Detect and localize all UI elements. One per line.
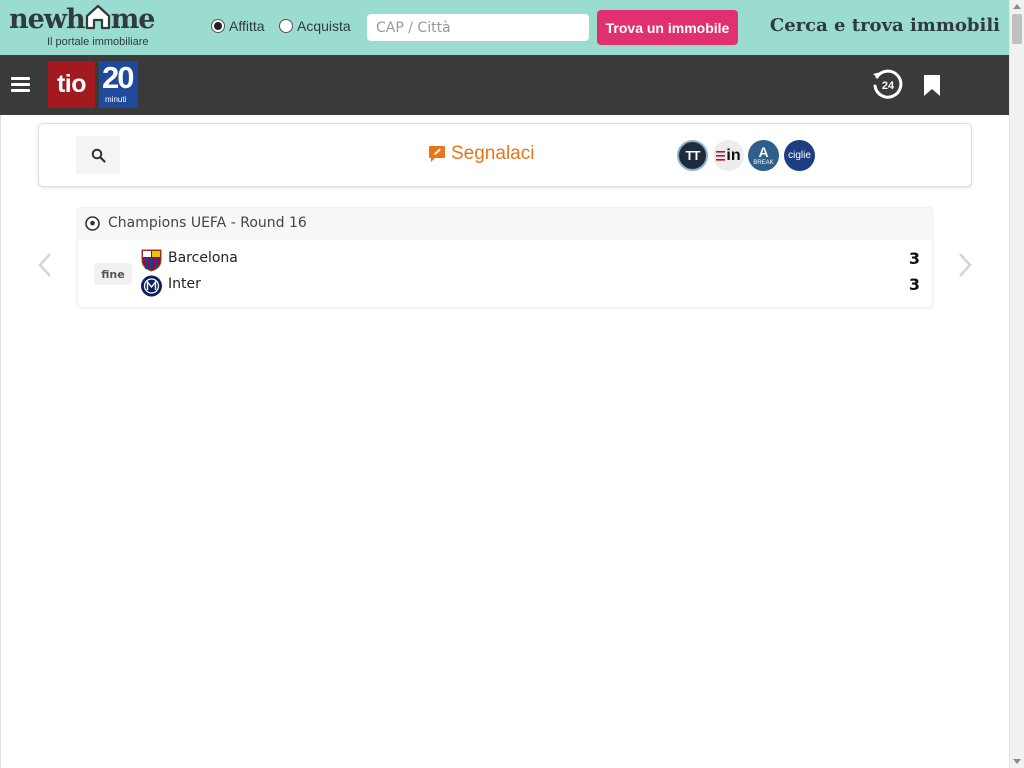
away-team-name: Inter xyxy=(168,276,201,292)
carousel-prev-arrow-icon[interactable] xyxy=(36,252,54,278)
newhome-wordmark: newh me xyxy=(9,4,155,35)
carousel-next-arrow-icon[interactable] xyxy=(956,252,974,278)
scroll-up-arrow-icon[interactable] xyxy=(1013,4,1021,9)
speech-pencil-icon xyxy=(429,146,445,162)
away-team-score: 3 xyxy=(908,275,920,294)
partner-break-logo[interactable]: A BREAK xyxy=(748,140,779,171)
newhome-tagline: Il portale immobiliare xyxy=(47,36,149,48)
radio-acquista-dot[interactable] xyxy=(279,19,293,33)
page-scrollbar[interactable] xyxy=(1009,0,1024,768)
left-divider xyxy=(0,115,1,768)
match-card[interactable]: Champions UEFA - Round 16 fine Barcelona… xyxy=(77,207,933,308)
radio-acquista-label: Acquista xyxy=(297,18,351,34)
newhome-logo[interactable]: newh me Il portale immobiliare xyxy=(9,4,169,50)
latest-24-icon[interactable]: 24 xyxy=(871,68,904,101)
competition-label: Champions UEFA - Round 16 xyxy=(108,215,307,231)
radio-acquista[interactable]: Acquista xyxy=(279,18,351,34)
inter-crest-icon xyxy=(141,275,162,297)
partner-ciglie-logo[interactable]: ciglie xyxy=(784,140,815,171)
find-property-button[interactable]: Trova un immobile xyxy=(597,10,738,45)
report-label: Segnalaci xyxy=(451,143,535,164)
partner-tt-logo[interactable]: TT xyxy=(677,140,708,171)
hamburger-menu-icon[interactable] xyxy=(11,75,30,94)
radio-affitta[interactable]: Affitta xyxy=(211,18,265,34)
newhome-banner: newh me Il portale immobiliare Affitta Ac… xyxy=(0,0,1009,55)
team-row-home: Barcelona 3 xyxy=(140,248,920,272)
latest-24-text: 24 xyxy=(882,80,895,92)
tio-20-number: 20 xyxy=(102,60,135,95)
partner-in-logo[interactable]: in xyxy=(713,140,744,171)
promo-slogan: Cerca e trova immobili xyxy=(769,15,1000,36)
radio-affitta-label: Affitta xyxy=(229,18,265,34)
partner-break-letter: A xyxy=(758,143,769,160)
search-icon xyxy=(91,148,106,163)
partner-tt-text: TT xyxy=(685,148,701,163)
soccer-ball-icon xyxy=(85,216,100,231)
partner-break-sub: BREAK xyxy=(753,159,774,166)
partner-ciglie-text: ciglie xyxy=(788,150,811,161)
scroll-down-arrow-icon[interactable] xyxy=(1013,759,1021,764)
partner-in-lines-icon xyxy=(716,150,726,161)
scroll-thumb[interactable] xyxy=(1012,14,1022,44)
team-row-away: Inter 3 xyxy=(140,274,920,298)
bookmark-icon[interactable] xyxy=(923,74,941,97)
partner-in-text: in xyxy=(726,146,741,164)
match-header: Champions UEFA - Round 16 xyxy=(78,208,932,240)
search-button[interactable] xyxy=(76,136,120,174)
main-navbar: tio 20 minuti xyxy=(0,55,1009,115)
radio-affitta-dot[interactable] xyxy=(211,19,225,33)
news-toolbar: Segnalaci TT in A BREAK ciglie xyxy=(38,123,972,187)
match-status-badge: fine xyxy=(94,263,132,285)
house-icon xyxy=(85,4,110,30)
location-search-input[interactable] xyxy=(367,14,589,41)
latest-24-icon-svg: 24 xyxy=(873,69,903,99)
tio-logo[interactable]: tio xyxy=(48,61,95,108)
report-button[interactable]: Segnalaci xyxy=(428,143,534,165)
tio-20-minuti-logo[interactable]: 20 minuti xyxy=(99,61,138,108)
home-team-name: Barcelona xyxy=(168,250,238,266)
home-team-score: 3 xyxy=(908,249,920,268)
barcelona-crest-icon xyxy=(141,249,162,272)
tio-20-sub: minuti xyxy=(105,95,127,104)
